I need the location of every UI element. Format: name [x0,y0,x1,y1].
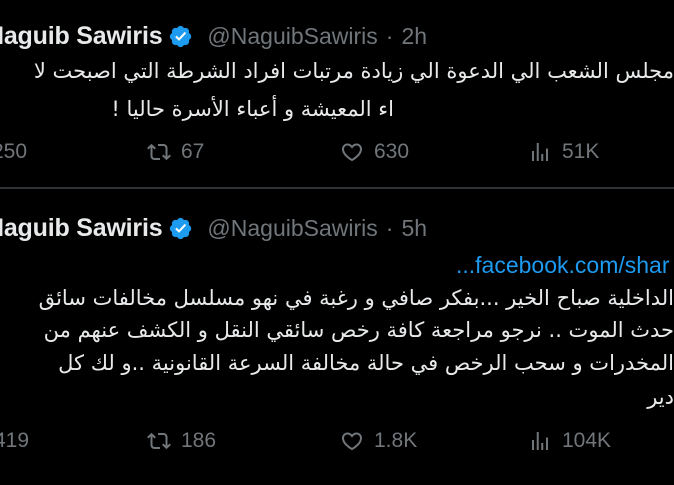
tweet-time[interactable]: 2h [401,23,427,50]
views-icon [532,143,548,161]
views-icon [532,432,548,450]
tweet-text-line: اء المعيشة و أعباء الأسرة حاليا ! [111,97,394,121]
retweet-icon [147,432,171,450]
reply-button[interactable]: 419 [0,429,29,453]
verified-badge-icon [168,24,193,49]
retweet-icon [147,143,171,161]
reply-count: 250 [0,140,28,163]
retweet-button[interactable]: 67 [147,140,204,164]
views-button[interactable]: 51K [528,140,599,164]
tweet-time[interactable]: 5h [401,215,427,242]
tweet-text-line: مجلس الشعب الي الدعوة الي زيادة مرتبات ا… [33,59,674,83]
reply-button[interactable]: 250 [0,140,27,164]
tweet-text-line: الداخلية صباح الخير ...بفكر صافي و رغبة … [38,286,674,310]
author-handle[interactable]: @NaguibSawiris [207,215,377,242]
heart-icon [341,432,363,451]
verified-badge-icon [168,216,193,241]
like-count: 630 [374,140,410,163]
author-handle[interactable]: @NaguibSawiris [207,23,377,50]
tweet-actions: 250 67 630 51K [0,140,674,170]
separator-dot: · [385,214,394,241]
shared-link[interactable]: ...facebook.com/shar [456,252,670,279]
tweet-actions: 419 186 1.8K 104K [0,429,674,459]
tweet-header: Naguib Sawiris @NaguibSawiris · 5h [0,213,427,243]
tweet-text-line: المخدرات و سحب الرخص في حالة مخالفة السر… [58,351,674,375]
author-name[interactable]: Naguib Sawiris [0,214,163,243]
tweet-text-line: حدث الموت .. نرجو مراجعة كافة رخص سائقي … [43,318,674,342]
tweet-header: Naguib Sawiris @NaguibSawiris · 2h [0,21,427,51]
retweet-count: 67 [181,140,205,163]
views-count: 104K [562,429,612,452]
separator-dot: · [385,22,394,49]
tweet[interactable]: Naguib Sawiris @NaguibSawiris · 2h مجلس … [0,0,674,188]
retweet-count: 186 [181,429,217,452]
like-button[interactable]: 630 [340,140,409,164]
tweet[interactable]: Naguib Sawiris @NaguibSawiris · 5h ...fa… [0,189,674,485]
views-button[interactable]: 104K [528,429,611,453]
retweet-button[interactable]: 186 [147,429,216,453]
reply-count: 419 [0,429,30,452]
views-count: 51K [562,140,600,163]
author-name[interactable]: Naguib Sawiris [0,22,163,51]
heart-icon [341,143,363,162]
like-button[interactable]: 1.8K [340,429,417,453]
tweet-text-line: دير [647,385,674,409]
like-count: 1.8K [374,429,418,452]
